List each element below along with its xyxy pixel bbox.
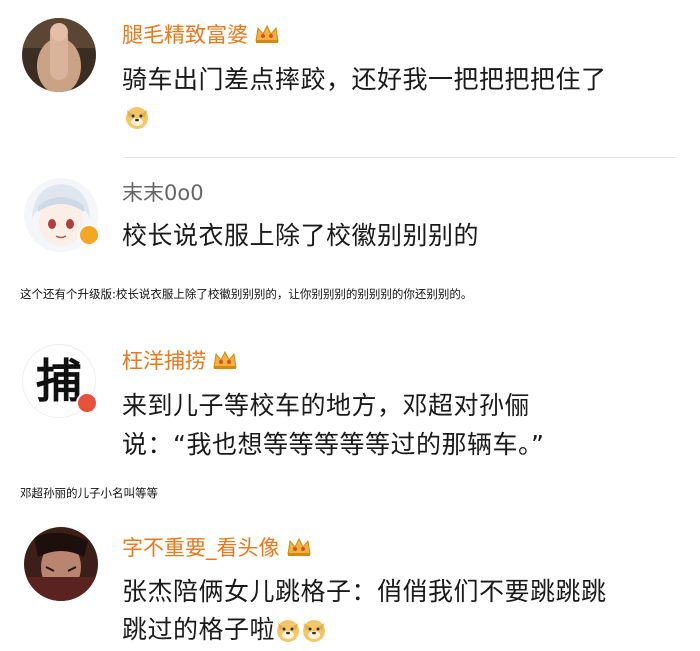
caption: 这个还有个升级版:校长说衣服上除了校徽别别别的，让你别别别的别别别的你还别别的。 <box>20 287 473 301</box>
vip-crown-icon <box>255 24 279 43</box>
avatar[interactable] <box>22 18 96 92</box>
comment-text: 骑车出门差点摔跤，还好我一把把把把住了 <box>122 65 607 94</box>
comment-text: 校长说衣服上除了校徽别别别的 <box>122 221 480 250</box>
username[interactable]: 枉洋捕捞 <box>122 348 238 374</box>
comment-text-line-1: 来到儿子等校车的地方，邓超对孙俪 <box>122 391 531 420</box>
verified-badge-icon <box>78 224 100 246</box>
username[interactable]: 字不重要_看头像 <box>122 535 312 561</box>
comment-text-line-2: 说：“我也想等等等等等过的那辆车。” <box>122 430 545 459</box>
vip-crown-icon <box>213 350 237 369</box>
red-badge-icon <box>76 392 98 414</box>
username[interactable]: 腿毛精致富婆 <box>122 22 280 48</box>
caption: 邓超孙丽的儿子小名叫等等 <box>20 486 158 500</box>
doge-emoji <box>277 620 300 642</box>
doge-emoji <box>126 107 148 129</box>
divider <box>124 157 676 158</box>
comment-text-line-1: 张杰陪俩女儿跳格子：俏俏我们不要跳跳跳 <box>122 577 607 606</box>
comment-text-line-2: 跳过的格子啦 <box>122 612 697 648</box>
username[interactable]: 末末0o0 <box>122 180 204 206</box>
doge-emoji <box>303 620 326 642</box>
vip-crown-icon <box>286 537 311 556</box>
avatar[interactable] <box>24 527 98 601</box>
